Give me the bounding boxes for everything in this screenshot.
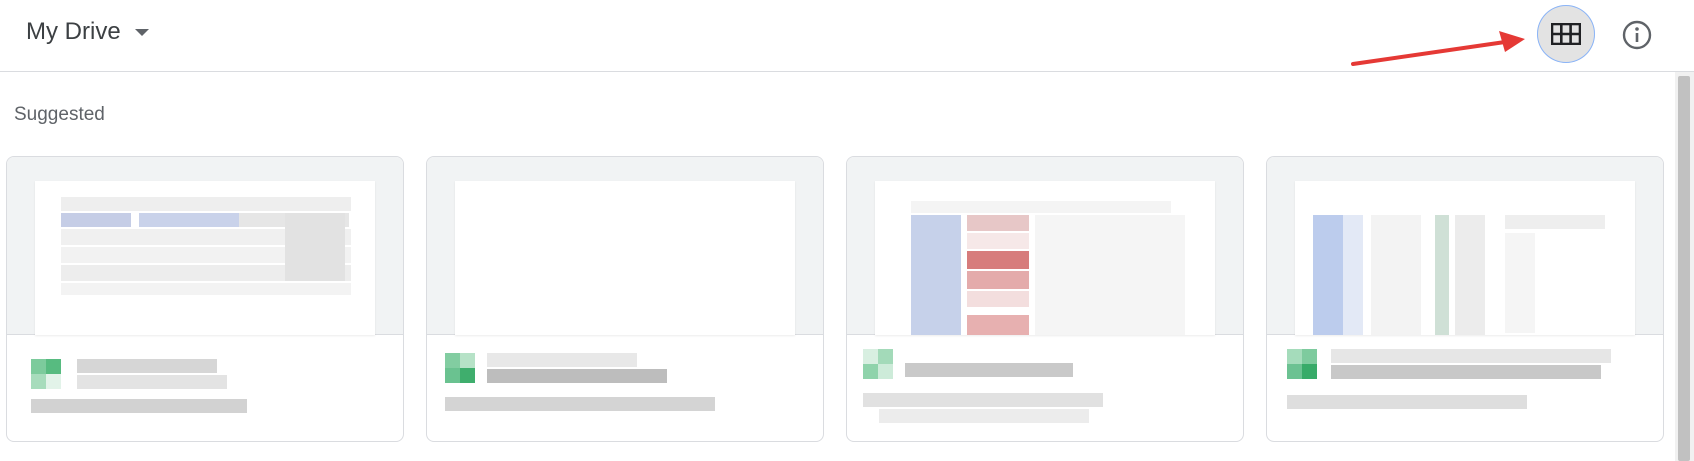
- thumbnail-page: [875, 181, 1215, 335]
- caret-down-icon: [134, 28, 149, 36]
- file-subtitle-redacted: [31, 399, 247, 413]
- suggested-file-card[interactable]: [6, 156, 404, 442]
- scrollbar-thumb[interactable]: [1678, 76, 1690, 461]
- grid-view-icon: [1551, 23, 1581, 45]
- file-details: [847, 335, 1243, 441]
- file-details: [427, 335, 823, 441]
- file-thumbnail: [427, 157, 823, 335]
- my-drive-menu[interactable]: My Drive: [26, 18, 149, 46]
- file-subtitle-redacted: [863, 393, 1103, 407]
- page-title: My Drive: [26, 18, 121, 45]
- top-bar: My Drive: [0, 0, 1694, 72]
- file-thumbnail: [7, 157, 403, 335]
- spreadsheet-icon: [445, 353, 475, 383]
- suggested-file-card[interactable]: [846, 156, 1244, 442]
- file-name-redacted: [905, 363, 1073, 377]
- info-button[interactable]: [1616, 14, 1658, 56]
- grid-view-button[interactable]: [1537, 5, 1595, 63]
- thumbnail-page: [455, 181, 795, 335]
- suggested-file-card[interactable]: [426, 156, 824, 442]
- spreadsheet-icon: [31, 359, 61, 389]
- file-thumbnail: [847, 157, 1243, 335]
- spreadsheet-icon: [1287, 349, 1317, 379]
- file-name-redacted: [77, 359, 217, 373]
- file-subtitle-redacted: [445, 397, 715, 411]
- thumbnail-page: [35, 181, 375, 335]
- spreadsheet-icon: [863, 349, 893, 379]
- thumbnail-page: [1295, 181, 1635, 335]
- file-name-redacted: [487, 353, 637, 367]
- file-name-redacted: [1331, 349, 1611, 363]
- suggested-file-card[interactable]: [1266, 156, 1664, 442]
- suggested-heading: Suggested: [14, 104, 105, 125]
- file-thumbnail: [1267, 157, 1663, 335]
- file-subtitle-redacted: [1287, 395, 1527, 409]
- file-details: [7, 335, 403, 441]
- info-icon: [1622, 20, 1652, 50]
- red-arrow-annotation: [1351, 31, 1525, 66]
- file-details: [1267, 335, 1663, 441]
